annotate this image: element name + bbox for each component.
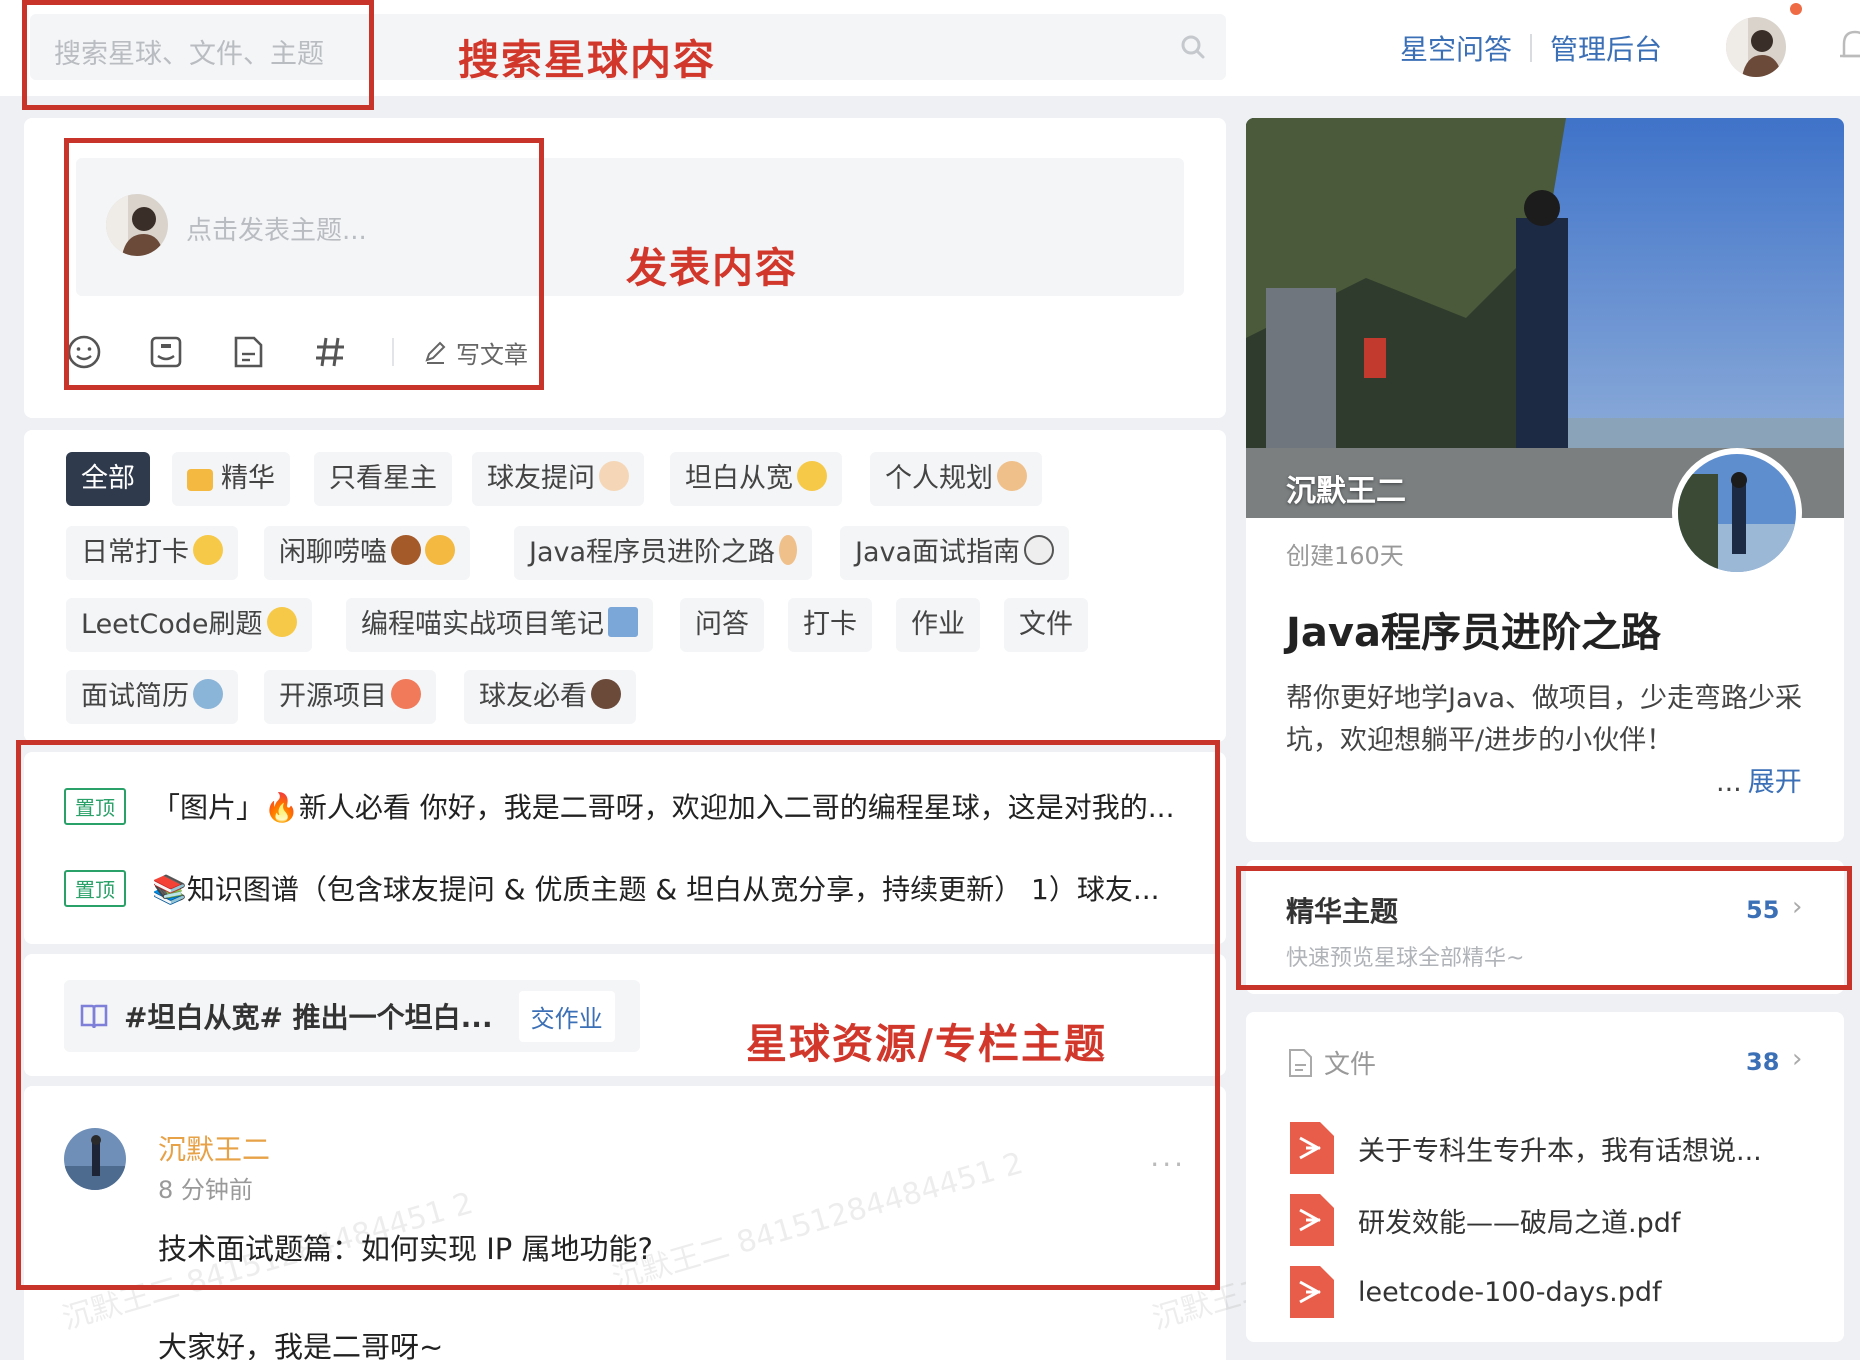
tag-label: 精华 (221, 463, 275, 494)
tag-questions[interactable]: 球友提问 (472, 452, 644, 506)
tag-open-source[interactable]: 开源项目 (264, 670, 436, 724)
pdf-file-icon (1290, 1194, 1334, 1246)
files-count: 38 (1746, 1048, 1780, 1076)
pointing-hand-icon (997, 461, 1027, 491)
rock-hand-icon (266, 607, 297, 637)
link-divider (1530, 34, 1533, 62)
annotation-box-search (22, 0, 374, 110)
eye-icon (591, 679, 621, 709)
search-icon[interactable] (1180, 34, 1206, 60)
flexed-arm-icon (193, 535, 223, 565)
tag-owner-only[interactable]: 只看星主 (314, 452, 452, 506)
writing-hand-icon (599, 461, 629, 491)
document-icon (1289, 1048, 1312, 1077)
tag-daily-checkin[interactable]: 日常打卡 (66, 526, 238, 580)
user-avatar[interactable] (1726, 17, 1786, 77)
annotation-label-search: 搜索星球内容 (458, 36, 716, 84)
tag-leetcode[interactable]: LeetCode刷题 (66, 598, 312, 652)
tag-label: 面试简历 (81, 681, 189, 712)
admin-link[interactable]: 管理后台 (1550, 28, 1662, 68)
tag-label: 球友必看 (479, 681, 587, 712)
expand-label: 展开 (1747, 767, 1802, 798)
tag-all[interactable]: 全部 (66, 452, 150, 506)
tag-label: 闲聊唠嗑 (279, 537, 387, 568)
tag-label: 日常打卡 (81, 537, 189, 568)
group-profile-card: 沉默王二 创建160天 Java程序员进阶之路 帮你更好地学Java、做项目，少… (1246, 118, 1844, 842)
tag-label: 坦白从宽 (685, 463, 793, 494)
cover-owner-name: 沉默王二 (1286, 474, 1406, 509)
file-item[interactable]: 关于专科生专升本，我有话想说... (1286, 1122, 1762, 1174)
pdf-file-icon (1290, 1122, 1334, 1174)
group-description: 帮你更好地学Java、做项目，少走弯路少采坑，欢迎想躺平/进步的小伙伴！ (1286, 683, 1803, 756)
tag-confess[interactable]: 坦白从宽 (670, 452, 842, 506)
tag-homework[interactable]: 作业 (896, 598, 980, 652)
laughing-face-icon (797, 461, 827, 491)
qa-link[interactable]: 星空问答 (1400, 28, 1512, 68)
tag-label: LeetCode刷题 (81, 609, 263, 640)
tag-must-read[interactable]: 球友必看 (464, 670, 636, 724)
file-name: 研发效能——破局之道.pdf (1358, 1207, 1681, 1239)
tag-checkin[interactable]: 打卡 (788, 598, 872, 652)
robot-icon (193, 679, 223, 709)
tag-filter-card: 全部 精华 只看星主 球友提问 坦白从宽 个人规划 日常打卡 闲聊唠嗑 Java… (24, 430, 1226, 742)
tag-label: 编程喵实战项目笔记 (361, 609, 604, 640)
file-item[interactable]: leetcode-100-days.pdf (1286, 1266, 1662, 1318)
annotation-box-post (64, 138, 544, 390)
top-links: 星空问答 管理后台 (1400, 28, 1662, 68)
annotation-label-resources: 星球资源/专栏主题 (746, 1020, 1107, 1068)
tag-label: 开源项目 (279, 681, 387, 712)
ox-icon (391, 535, 421, 565)
created-days: 创建160天 (1286, 542, 1404, 570)
open-book-icon (608, 607, 638, 637)
group-avatar[interactable] (1672, 448, 1802, 578)
tag-java-interview[interactable]: Java面试指南 (840, 526, 1070, 580)
pointing-up-icon (779, 535, 798, 565)
eyes-icon (1024, 535, 1055, 565)
bell-icon[interactable] (1840, 28, 1860, 64)
file-item[interactable]: 研发效能——破局之道.pdf (1286, 1194, 1680, 1246)
tag-qa[interactable]: 问答 (680, 598, 764, 652)
tag-project-notes[interactable]: 编程喵实战项目笔记 (346, 598, 653, 652)
chevron-right-icon: › (1792, 1044, 1803, 1074)
tag-label: 球友提问 (487, 463, 595, 494)
post-body: 大家好，我是二哥呀~ (158, 1330, 444, 1360)
tag-files[interactable]: 文件 (1004, 598, 1088, 652)
annotation-box-essence (1236, 866, 1852, 990)
expand-ellipsis: ... (1716, 767, 1742, 798)
file-name: 关于专科生专升本，我有话想说... (1358, 1135, 1762, 1167)
expand-button[interactable]: ... 展开 (1716, 760, 1802, 799)
tag-chat[interactable]: 闲聊唠嗑 (264, 526, 470, 580)
diamond-icon (187, 469, 213, 491)
file-name: leetcode-100-days.pdf (1358, 1276, 1662, 1308)
tag-label: Java面试指南 (855, 537, 1021, 568)
files-card: 文件 38 › 关于专科生专升本，我有话想说... 研发效能——破局之道.pdf… (1246, 1012, 1844, 1342)
files-title: 文件 (1324, 1050, 1377, 1080)
annotation-label-post: 发表内容 (626, 244, 798, 292)
group-title: Java程序员进阶之路 (1286, 610, 1661, 656)
beer-icon (425, 535, 455, 565)
pdf-file-icon (1290, 1266, 1334, 1318)
tag-resume[interactable]: 面试简历 (66, 670, 238, 724)
tag-label: Java程序员进阶之路 (529, 537, 776, 568)
tag-label: 个人规划 (885, 463, 993, 494)
notification-dot (1790, 3, 1802, 15)
tag-essence[interactable]: 精华 (172, 452, 290, 506)
clown-face-icon (391, 679, 421, 709)
files-header[interactable]: 文件 (1286, 1044, 1376, 1081)
tag-planning[interactable]: 个人规划 (870, 452, 1042, 506)
tag-java-path[interactable]: Java程序员进阶之路 (514, 526, 813, 580)
